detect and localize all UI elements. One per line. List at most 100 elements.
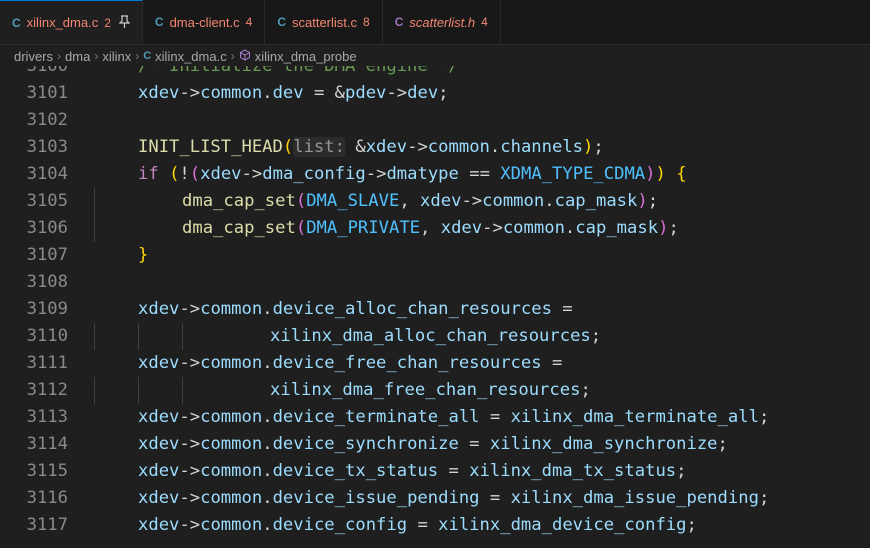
breadcrumb-item-file[interactable]: xilinx_dma.c — [155, 49, 227, 64]
problem-count-badge: 2 — [104, 15, 111, 30]
code-token: XDMA_TYPE_CDMA — [500, 164, 646, 184]
code-text: xdev->common.device_tx_status = xilinx_d… — [138, 458, 687, 485]
code-token: ; — [758, 488, 770, 508]
code-line[interactable]: 3110 xilinx_dma_alloc_chan_resources; — [0, 323, 870, 350]
code-token: common — [200, 83, 263, 103]
code-token: = — [551, 299, 573, 319]
code-line[interactable]: 3111 xdev->common.device_free_chan_resour… — [0, 350, 870, 377]
code-line[interactable]: 3106 dma_cap_set(DMA_PRIVATE, xdev->commo… — [0, 215, 870, 242]
code-token: ( — [295, 218, 307, 238]
code-token: xdev — [138, 299, 180, 319]
code-token: ; — [593, 137, 604, 157]
code-token: -> — [179, 407, 201, 427]
code-token: INIT_LIST_HEAD — [138, 137, 283, 157]
tab-scatterlist-c[interactable]: C scatterlist.c 8 — [265, 0, 383, 44]
breadcrumb-item-xilinx[interactable]: xilinx — [102, 49, 131, 64]
code-token: ) — [637, 191, 648, 211]
code-line[interactable]: 3113 xdev->common.device_terminate_all = … — [0, 404, 870, 431]
code-line[interactable]: 3108 — [0, 269, 870, 296]
code-line[interactable]: 3104 if (!(xdev->dma_config->dmatype == X… — [0, 161, 870, 188]
code-line[interactable]: 3112 xilinx_dma_free_chan_resources; — [0, 377, 870, 404]
breadcrumb-item-symbol[interactable]: xilinx_dma_probe — [255, 49, 357, 64]
code-token: dma_config — [262, 164, 366, 184]
code-token: xdev — [138, 488, 180, 508]
code-line[interactable]: 3102 — [0, 107, 870, 134]
indent-guide — [94, 323, 95, 350]
breadcrumb-item-dma[interactable]: dma — [65, 49, 90, 64]
code-token: ! — [179, 164, 190, 184]
code-token: channels — [500, 137, 584, 157]
code-token: common — [200, 407, 263, 427]
code-token: xdev — [138, 353, 180, 373]
line-number: 3108 — [26, 272, 68, 292]
code-token: common — [502, 218, 565, 238]
code-text: xdev->common.device_terminate_all = xili… — [138, 404, 769, 431]
code-text: xilinx_dma_free_chan_resources; — [270, 377, 591, 404]
code-token: xilinx_dma_synchronize — [489, 434, 718, 454]
c-header-file-icon: C — [394, 15, 404, 29]
code-token: ; — [590, 326, 602, 346]
code-line[interactable]: 3117 xdev->common.device_config = xilinx_… — [0, 512, 870, 539]
c-file-icon: C — [154, 15, 164, 29]
tab-scatterlist-h[interactable]: C scatterlist.h 4 — [382, 0, 501, 44]
line-number: 3110 — [26, 326, 68, 346]
code-token: . — [489, 137, 501, 157]
code-text: if (!(xdev->dma_config->dmatype == XDMA_… — [138, 161, 687, 188]
tab-label: xilinx_dma.c — [26, 15, 99, 30]
code-token: = — [407, 515, 439, 535]
line-number: 3105 — [26, 191, 68, 211]
code-token: device_config — [272, 515, 408, 535]
code-token: xilinx_dma_terminate_all — [510, 407, 759, 427]
code-token: DMA_SLAVE — [306, 191, 400, 211]
code-line[interactable]: 3115 xdev->common.device_tx_status = xili… — [0, 458, 870, 485]
breadcrumb: drivers › dma › xilinx › C xilinx_dma.c … — [0, 45, 870, 67]
code-token: ; — [580, 380, 591, 400]
code-line[interactable]: 3105 dma_cap_set(DMA_SLAVE, xdev->common.… — [0, 188, 870, 215]
code-token: . — [262, 353, 273, 373]
tab-label: scatterlist.c — [292, 14, 358, 30]
code-token: -> — [482, 218, 503, 238]
code-line[interactable]: 3103 INIT_LIST_HEAD(list: &xdev->common.c… — [0, 134, 870, 161]
code-line[interactable]: 3116 xdev->common.device_issue_pending = … — [0, 485, 870, 512]
problem-count-badge: 4 — [245, 15, 253, 29]
indent-guide — [94, 215, 95, 242]
code-token: . — [262, 488, 273, 508]
tab-dma-client-c[interactable]: C dma-client.c 4 — [142, 0, 266, 44]
code-token: xdev — [138, 434, 180, 454]
function-symbol-icon — [239, 48, 251, 64]
code-line[interactable]: 3100 /* Initialize the DMA engine */ — [0, 66, 870, 80]
code-text: /* Initialize the DMA engine */ — [138, 66, 459, 80]
code-token: -> — [179, 299, 201, 319]
code-token: & — [344, 137, 366, 157]
line-number: 3116 — [26, 488, 68, 508]
code-token: common — [482, 191, 545, 211]
code-token: ) — [655, 164, 666, 184]
c-file-icon: C — [277, 15, 286, 29]
code-token: -> — [179, 434, 201, 454]
code-token: = — [438, 461, 470, 481]
line-number: 3112 — [26, 380, 68, 400]
code-text: dma_cap_set(DMA_SLAVE, xdev->common.cap_… — [182, 188, 658, 215]
tab-label: dma-client.c — [169, 14, 240, 30]
code-text: xdev->common.dev = &pdev->dev; — [138, 80, 449, 107]
code-token: xdev — [138, 407, 180, 427]
line-number: 3109 — [26, 299, 68, 319]
indent-guide — [182, 377, 183, 404]
code-line[interactable]: 3114 xdev->common.device_synchronize = xi… — [0, 431, 870, 458]
code-line[interactable]: 3107} — [0, 242, 870, 269]
pin-icon[interactable] — [118, 14, 131, 31]
breadcrumb-item-drivers[interactable]: drivers — [14, 49, 53, 64]
code-line[interactable]: 3109 xdev->common.device_alloc_chan_resou… — [0, 296, 870, 323]
code-text: xdev->common.device_free_chan_resources … — [138, 350, 562, 377]
tab-xilinx-dma-c[interactable]: C xilinx_dma.c 2 — [0, 0, 143, 44]
code-editor[interactable]: 3100 /* Initialize the DMA engine */ 3101 x… — [0, 66, 870, 548]
line-number: 3106 — [26, 218, 68, 238]
code-line[interactable]: 3101 xdev->common.dev = &pdev->dev; — [0, 80, 870, 107]
line-number: 3102 — [26, 110, 68, 130]
code-text: xilinx_dma_alloc_chan_resources; — [270, 323, 601, 350]
code-token: ) — [658, 218, 669, 238]
code-token: . — [262, 83, 273, 103]
code-token: ) — [583, 137, 594, 157]
code-token: . — [262, 299, 273, 319]
